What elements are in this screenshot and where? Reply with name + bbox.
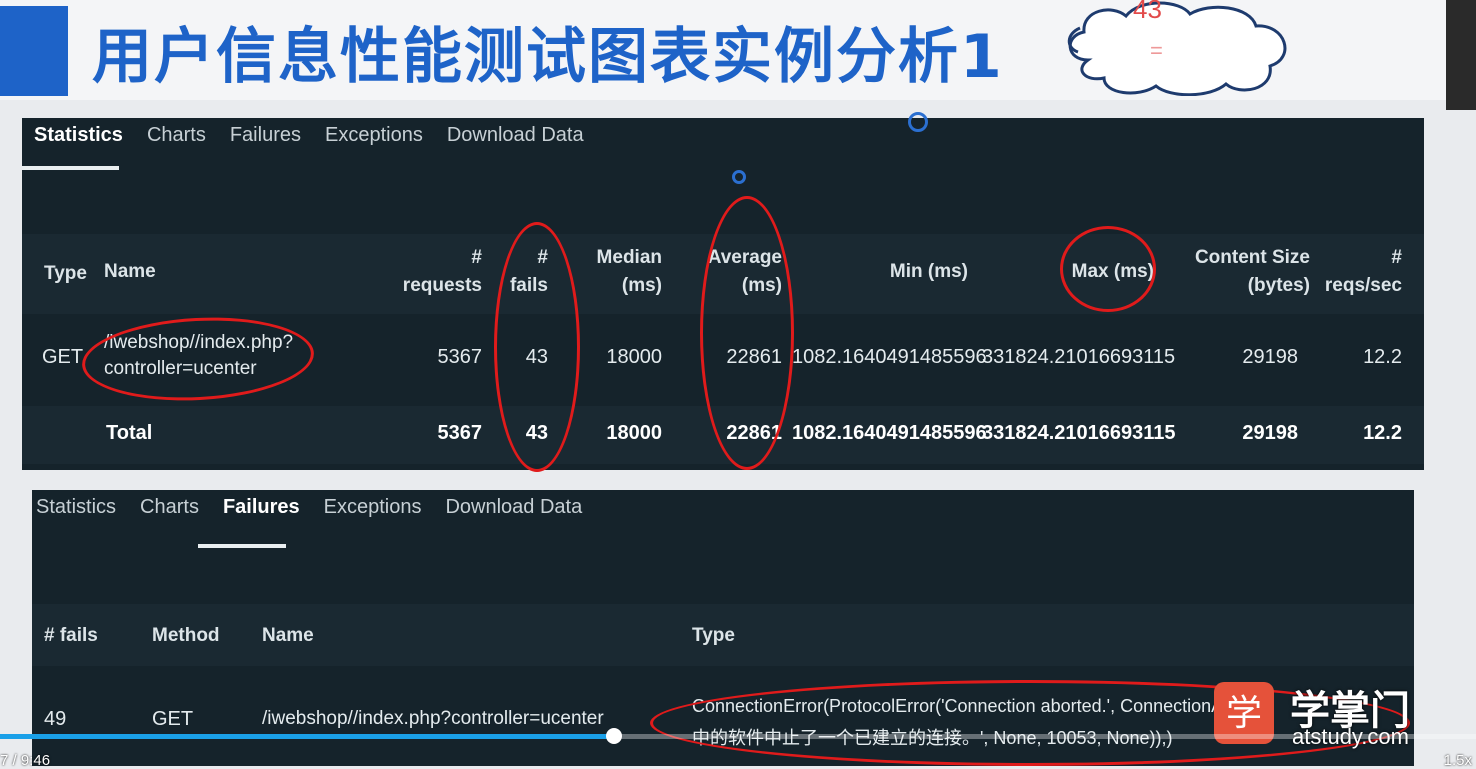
failures-tab-bar: Statistics Charts Failures Exceptions Do… — [32, 490, 594, 542]
row-method: GET — [152, 708, 194, 730]
tab-download-data[interactable]: Download Data — [433, 492, 594, 542]
row-min: 1082.1640491485596 — [792, 346, 987, 368]
total-median: 18000 — [606, 422, 662, 444]
slide-edge — [1446, 0, 1476, 110]
cloud-annotation-1: 43 — [1133, 0, 1162, 24]
col-type: Type — [692, 625, 735, 646]
col-reqs-per-sec: # reqs/sec — [1324, 247, 1402, 296]
video-progress-fill — [0, 734, 615, 739]
video-scrub-handle[interactable] — [606, 728, 623, 744]
col-method: Method — [152, 625, 220, 646]
tab-exceptions[interactable]: Exceptions — [313, 120, 435, 170]
total-content-size: 29198 — [1242, 422, 1298, 444]
col-min: Min (ms) — [889, 261, 968, 282]
video-time: 7 / 9:46 — [0, 752, 51, 769]
col-content-size: Content Size (bytes) — [1194, 247, 1310, 296]
col-type: Type — [44, 263, 87, 284]
total-requests: 5367 — [437, 422, 483, 444]
tab-download-data[interactable]: Download Data — [435, 120, 596, 170]
active-tab-indicator — [22, 166, 119, 170]
row-reqs-per-sec: 12.2 — [1363, 346, 1402, 368]
col-name: Name — [104, 261, 156, 282]
slide-accent-bar — [0, 6, 68, 96]
row-requests: 5367 — [437, 346, 483, 368]
col-requests: # requests — [402, 247, 482, 296]
tab-statistics[interactable]: Statistics — [22, 120, 135, 170]
failures-header-row: # fails Method Name Type — [32, 604, 1414, 666]
active-tab-indicator — [198, 544, 286, 548]
playback-speed-button[interactable]: 1.5x — [1444, 752, 1472, 769]
row-type: GET — [42, 346, 84, 368]
stats-tab-bar: Statistics Charts Failures Exceptions Do… — [22, 118, 596, 170]
col-fails: # fails — [44, 625, 98, 646]
tab-failures[interactable]: Failures — [218, 120, 313, 170]
tab-statistics[interactable]: Statistics — [32, 492, 128, 542]
cloud-annotation-2: = — [1150, 38, 1163, 63]
total-label: Total — [106, 422, 153, 444]
row-fails: 49 — [44, 708, 67, 730]
annotation-circle-fails — [494, 222, 580, 472]
annotation-circle-max — [1060, 226, 1156, 312]
col-name: Name — [262, 625, 314, 646]
pointer-dot-icon — [732, 170, 746, 184]
pointer-dot-icon — [908, 112, 928, 132]
tab-charts[interactable]: Charts — [128, 492, 211, 542]
row-name: /iwebshop//index.php?controller=ucenter — [262, 708, 604, 729]
annotation-circle-average — [700, 196, 794, 470]
row-content-size: 29198 — [1242, 346, 1298, 368]
tab-failures[interactable]: Failures — [211, 492, 312, 542]
thought-cloud-icon — [1067, 1, 1287, 96]
col-median: Median (ms) — [596, 247, 662, 296]
total-reqs-per-sec: 12.2 — [1363, 422, 1402, 444]
row-max: 331824.21016693115 — [982, 346, 1176, 368]
total-min: 1082.1640491485596 — [792, 422, 987, 444]
tab-charts[interactable]: Charts — [135, 120, 218, 170]
slide-title: 用户信息性能测试图表实例分析1 — [92, 22, 1004, 92]
tab-exceptions[interactable]: Exceptions — [312, 492, 434, 542]
row-median: 18000 — [606, 346, 662, 368]
total-max: 331824.21016693115 — [982, 422, 1176, 444]
